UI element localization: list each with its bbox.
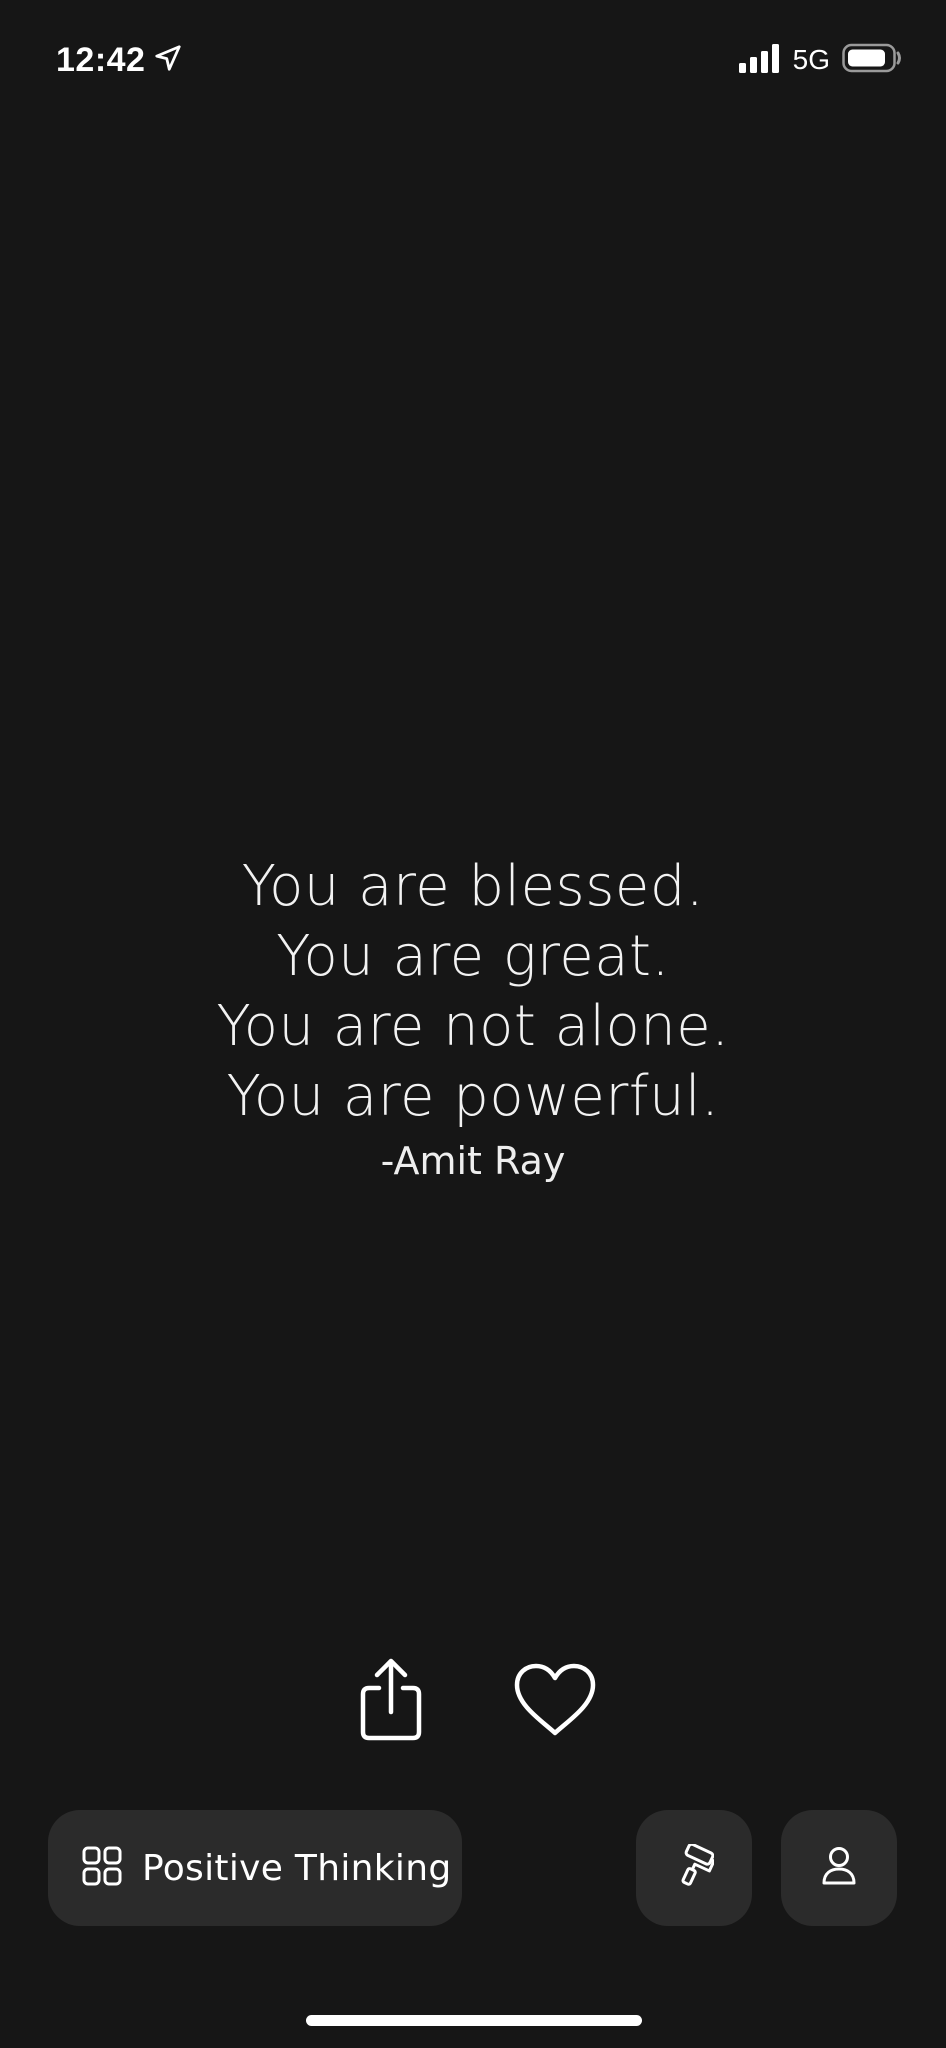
- person-icon: [820, 1846, 858, 1891]
- home-indicator[interactable]: [306, 2015, 642, 2026]
- quote-line: You are not alone.: [216, 994, 730, 1059]
- signal-bars-icon: [738, 43, 781, 78]
- share-button[interactable]: [341, 1652, 441, 1752]
- share-icon: [355, 1656, 427, 1749]
- grid-icon: [82, 1846, 122, 1891]
- location-arrow-icon: [153, 43, 183, 78]
- bottom-bar: Positive Thinking: [0, 1810, 946, 1928]
- network-type: 5G: [792, 44, 830, 75]
- heart-icon: [512, 1661, 598, 1744]
- profile-button[interactable]: [781, 1810, 897, 1926]
- battery-icon: [842, 43, 902, 78]
- quote: You are blessed. You are great. You are …: [0, 852, 946, 1186]
- quote-actions: [0, 1652, 946, 1752]
- paint-roller-icon: [674, 1842, 716, 1893]
- quote-author: -Amit Ray: [380, 1139, 566, 1183]
- status-time-group: 12:42: [56, 38, 183, 82]
- category-button[interactable]: Positive Thinking: [48, 1810, 462, 1926]
- theme-button[interactable]: [636, 1810, 752, 1926]
- favorite-button[interactable]: [505, 1652, 605, 1752]
- status-time: 12:42: [56, 40, 146, 79]
- quote-line: You are great.: [276, 924, 670, 989]
- quote-line: You are blessed.: [241, 854, 705, 919]
- status-indicators: 5G: [738, 40, 902, 80]
- status-bar: 12:42 5G: [0, 0, 946, 120]
- quote-line: You are powerful.: [226, 1064, 720, 1129]
- category-label: Positive Thinking: [142, 1847, 452, 1889]
